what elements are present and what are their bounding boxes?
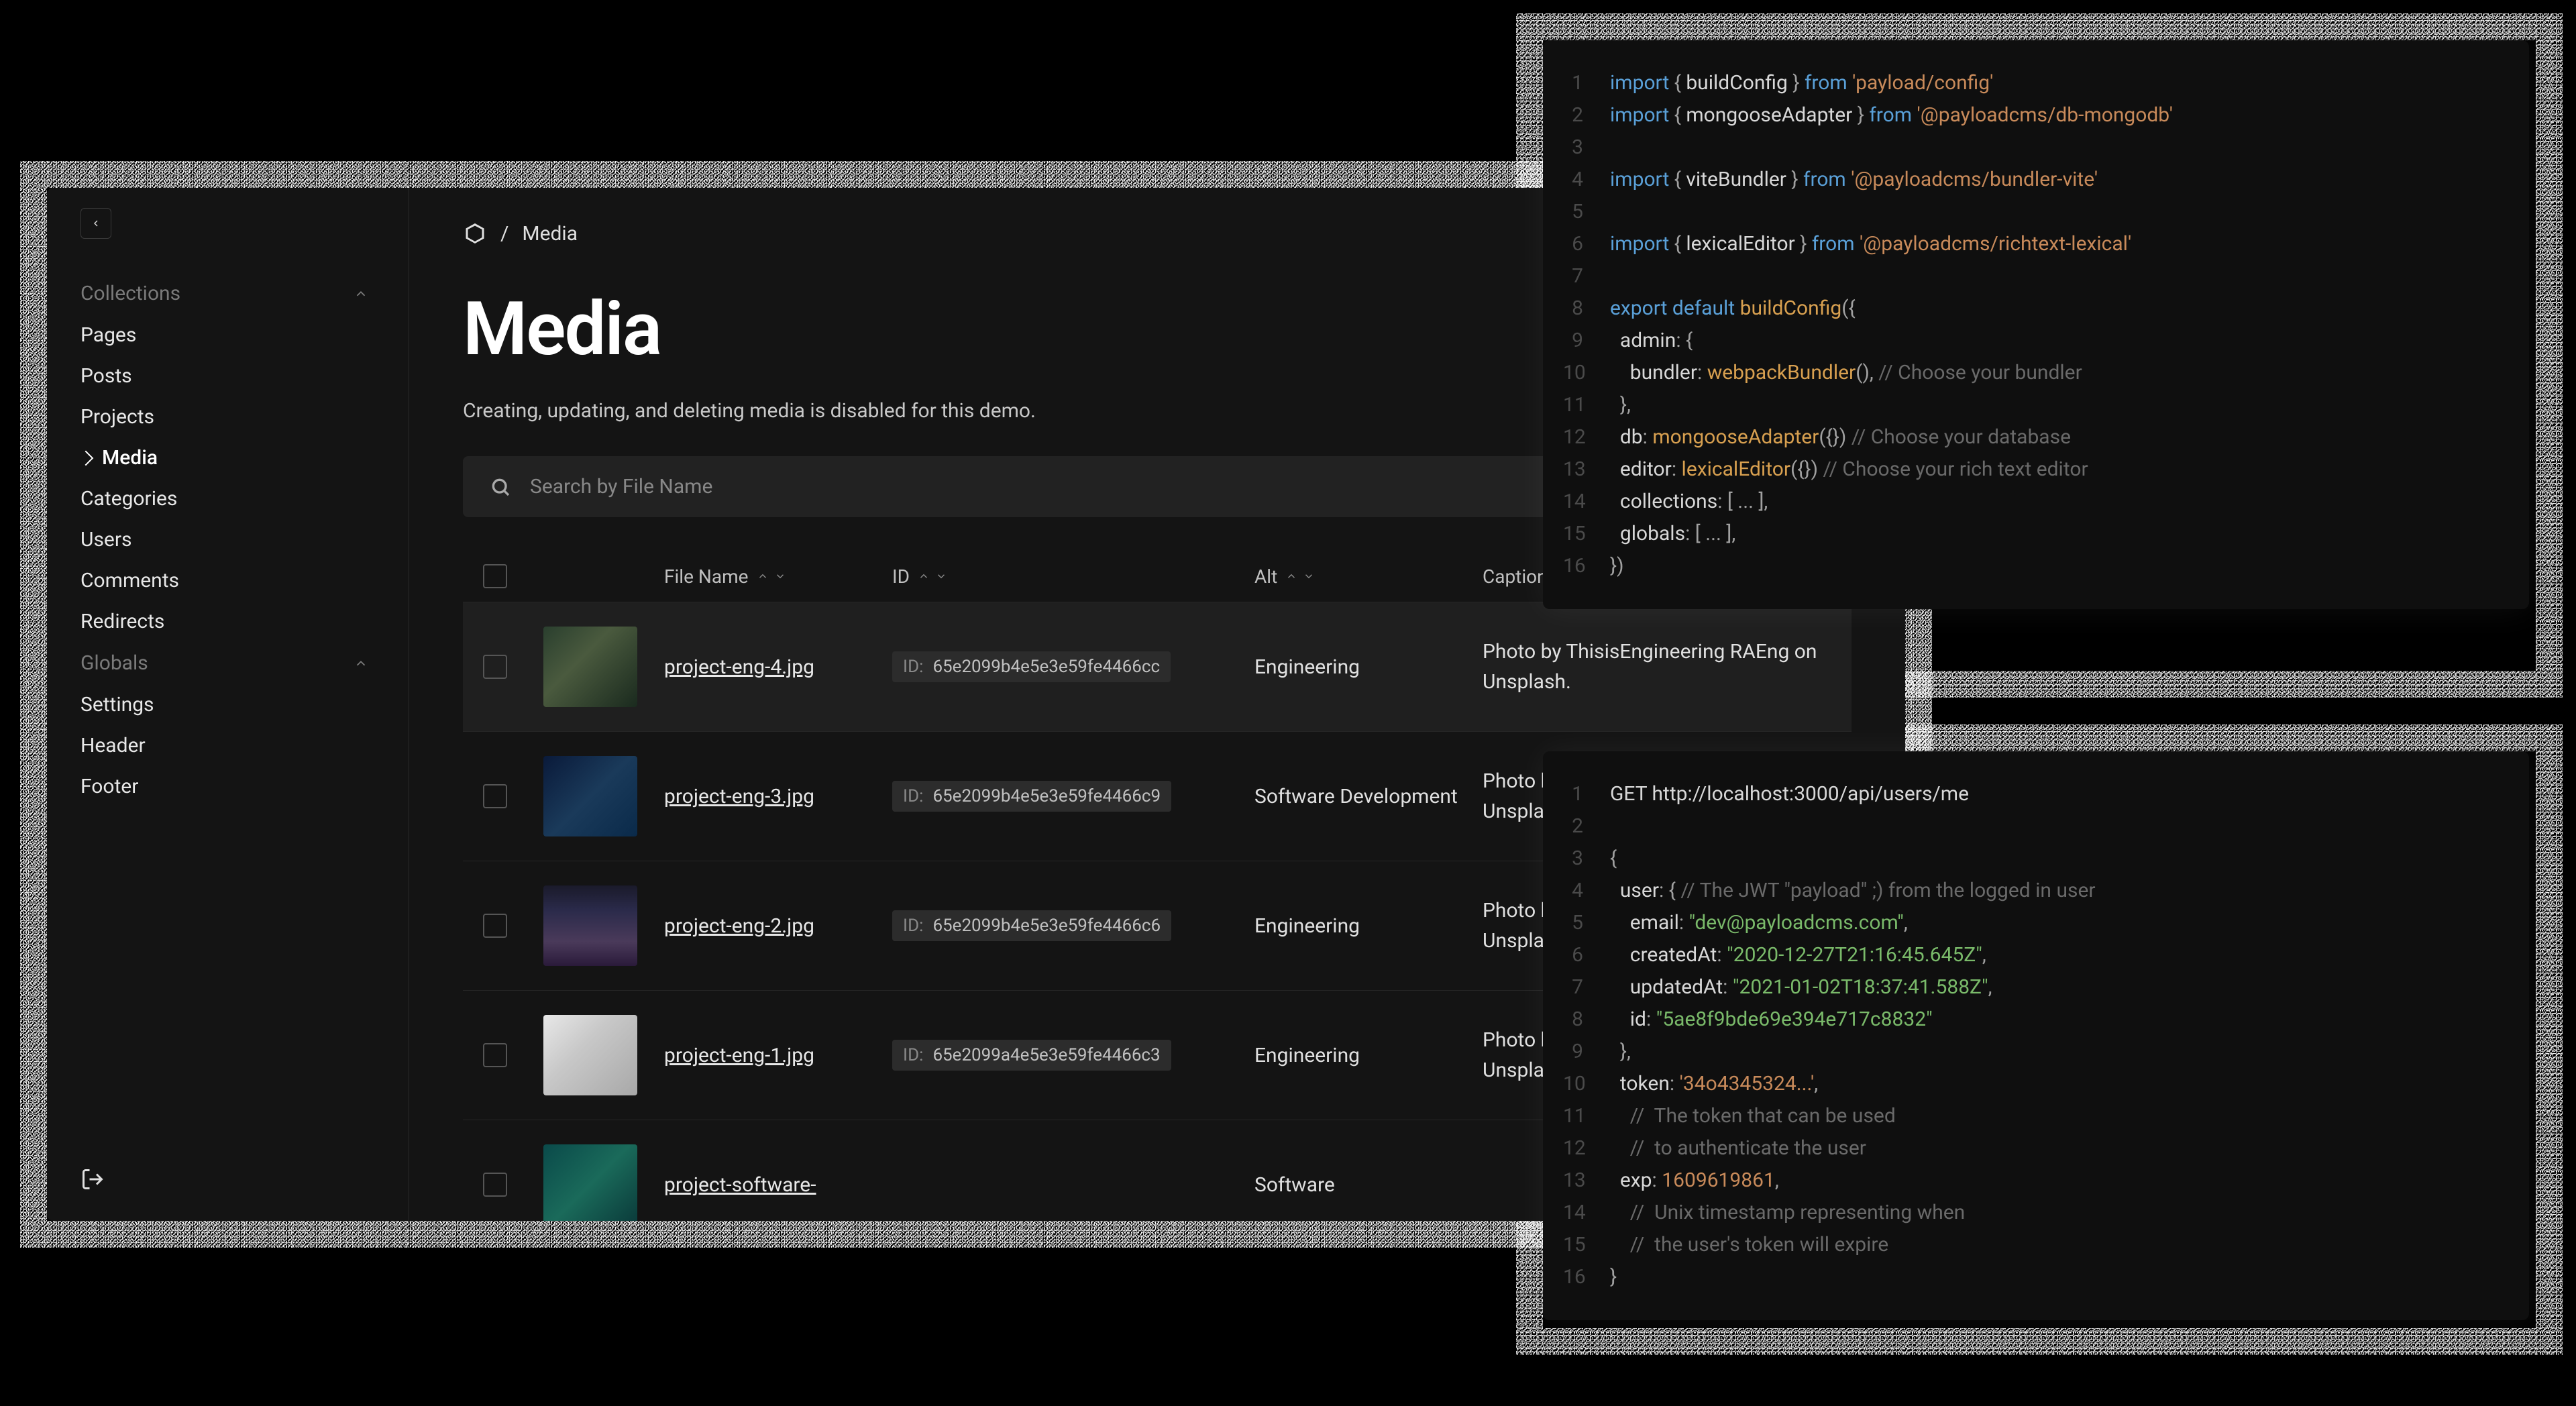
sidebar-item-posts[interactable]: Posts (47, 356, 409, 396)
code-line: 2import { mongooseAdapter } from '@paylo… (1563, 99, 2496, 131)
nav-group-collections[interactable]: Collections (47, 272, 409, 315)
table-row[interactable]: project-eng-4.jpg ID:65e2099b4e5e3e59fe44… (463, 602, 1851, 731)
logout-button[interactable] (80, 1167, 105, 1194)
breadcrumb-sep: / (500, 222, 508, 246)
code-line: 10 token: '34o4345324...', (1563, 1068, 2496, 1100)
code-line: 13 editor: lexicalEditor({}) // Choose y… (1563, 453, 2496, 486)
thumbnail[interactable] (543, 1015, 637, 1095)
chevron-up-icon (354, 656, 368, 671)
thumbnail[interactable] (543, 885, 637, 966)
caption-text: Photo by ThisisEngineering RAEng on Unsp… (1483, 640, 1817, 694)
code-line: 2 (1563, 810, 2496, 843)
code-line: 13 exp: 1609619861, (1563, 1165, 2496, 1197)
sort-filename[interactable] (757, 570, 786, 582)
code-line: 3{ (1563, 843, 2496, 875)
code-line: 9 }, (1563, 1036, 2496, 1068)
thumbnail[interactable] (543, 627, 637, 707)
sidebar-item-redirects[interactable]: Redirects (47, 601, 409, 642)
row-checkbox[interactable] (483, 784, 507, 808)
sidebar: CollectionsPagesPostsProjectsMediaCatego… (47, 188, 409, 1221)
code-line: 4 user: { // The JWT "payload" ;) from t… (1563, 875, 2496, 907)
alt-text: Engineering (1254, 1044, 1360, 1067)
sidebar-item-users[interactable]: Users (47, 519, 409, 560)
alt-text: Engineering (1254, 914, 1360, 938)
column-header-filename[interactable]: File Name (664, 565, 749, 588)
row-checkbox[interactable] (483, 1173, 507, 1197)
code-line: 9 admin: { (1563, 325, 2496, 357)
sidebar-item-categories[interactable]: Categories (47, 478, 409, 519)
sidebar-collapse-button[interactable] (80, 208, 111, 239)
sort-desc-icon (935, 570, 947, 582)
sort-id[interactable] (918, 570, 947, 582)
code-line: 5 email: "dev@payloadcms.com", (1563, 907, 2496, 939)
code-line: 8 id: "5ae8f9bde69e394e717c8832" (1563, 1004, 2496, 1036)
code-editor-api-response: 1GET http://localhost:3000/api/users/me2… (1543, 751, 2529, 1320)
id-pill: ID:65e2099b4e5e3e59fe4466c6 (892, 910, 1171, 941)
sort-asc-icon (918, 570, 930, 582)
code-line: 10 bundler: webpackBundler(), // Choose … (1563, 357, 2496, 389)
code-line: 14 // Unix timestamp representing when (1563, 1197, 2496, 1229)
code-line: 15 // the user's token will expire (1563, 1229, 2496, 1261)
thumbnail[interactable] (543, 1144, 637, 1221)
nav-group-globals[interactable]: Globals (47, 642, 409, 684)
code-line: 14 collections: [ ... ], (1563, 486, 2496, 518)
file-link[interactable]: project-eng-1.jpg (664, 1044, 814, 1067)
code-line: 15 globals: [ ... ], (1563, 518, 2496, 550)
row-checkbox[interactable] (483, 914, 507, 938)
code-line: 8export default buildConfig({ (1563, 292, 2496, 325)
code-line: 16}) (1563, 550, 2496, 582)
sidebar-item-projects[interactable]: Projects (47, 396, 409, 437)
code-editor-config: 1import { buildConfig } from 'payload/co… (1543, 40, 2529, 609)
code-line: 3 (1563, 131, 2496, 164)
code-line: 6import { lexicalEditor } from '@payload… (1563, 228, 2496, 260)
sort-asc-icon (757, 570, 769, 582)
chevron-up-icon (354, 286, 368, 301)
column-header-caption[interactable]: Caption (1483, 565, 1548, 588)
sidebar-item-comments[interactable]: Comments (47, 560, 409, 601)
alt-text: Software (1254, 1173, 1335, 1197)
search-icon (490, 476, 511, 498)
sidebar-item-media[interactable]: Media (47, 437, 409, 478)
sidebar-item-pages[interactable]: Pages (47, 315, 409, 356)
code-line: 5 (1563, 196, 2496, 228)
logout-icon (80, 1167, 105, 1191)
sidebar-item-header[interactable]: Header (47, 725, 409, 766)
id-pill: ID:65e2099b4e5e3e59fe4466cc (892, 651, 1171, 682)
sort-desc-icon (774, 570, 786, 582)
row-checkbox[interactable] (483, 655, 507, 679)
code-line: 16} (1563, 1261, 2496, 1293)
code-line: 7 (1563, 260, 2496, 292)
code-line: 6 createdAt: "2020-12-27T21:16:45.645Z", (1563, 939, 2496, 971)
chevron-left-icon (91, 218, 101, 229)
thumbnail[interactable] (543, 756, 637, 836)
code-line: 4import { viteBundler } from '@payloadcm… (1563, 164, 2496, 196)
logo-icon[interactable] (463, 221, 487, 246)
code-line: 7 updatedAt: "2021-01-02T18:37:41.588Z", (1563, 971, 2496, 1004)
file-link[interactable]: project-eng-2.jpg (664, 914, 814, 938)
alt-text: Software Development (1254, 785, 1458, 808)
code-line: 1import { buildConfig } from 'payload/co… (1563, 67, 2496, 99)
sort-alt[interactable] (1285, 570, 1315, 582)
file-link[interactable]: project-eng-4.jpg (664, 655, 814, 679)
id-pill: ID:65e2099b4e5e3e59fe4466c9 (892, 781, 1171, 812)
file-link[interactable]: project-eng-3.jpg (664, 785, 814, 808)
sidebar-item-settings[interactable]: Settings (47, 684, 409, 725)
code-line: 12 db: mongooseAdapter({}) // Choose you… (1563, 421, 2496, 453)
column-header-alt[interactable]: Alt (1254, 565, 1277, 588)
code-line: 11 }, (1563, 389, 2496, 421)
sort-desc-icon (1303, 570, 1315, 582)
sidebar-item-footer[interactable]: Footer (47, 766, 409, 807)
code-line: 11 // The token that can be used (1563, 1100, 2496, 1132)
row-checkbox[interactable] (483, 1043, 507, 1067)
alt-text: Engineering (1254, 655, 1360, 679)
id-pill: ID:65e2099a4e5e3e59fe4466c3 (892, 1040, 1171, 1071)
code-line: 1GET http://localhost:3000/api/users/me (1563, 778, 2496, 810)
breadcrumb-current[interactable]: Media (522, 222, 578, 246)
select-all-checkbox[interactable] (483, 564, 507, 588)
code-line: 12 // to authenticate the user (1563, 1132, 2496, 1165)
file-link[interactable]: project-software- (664, 1173, 816, 1197)
column-header-id[interactable]: ID (892, 565, 910, 588)
sort-asc-icon (1285, 570, 1297, 582)
